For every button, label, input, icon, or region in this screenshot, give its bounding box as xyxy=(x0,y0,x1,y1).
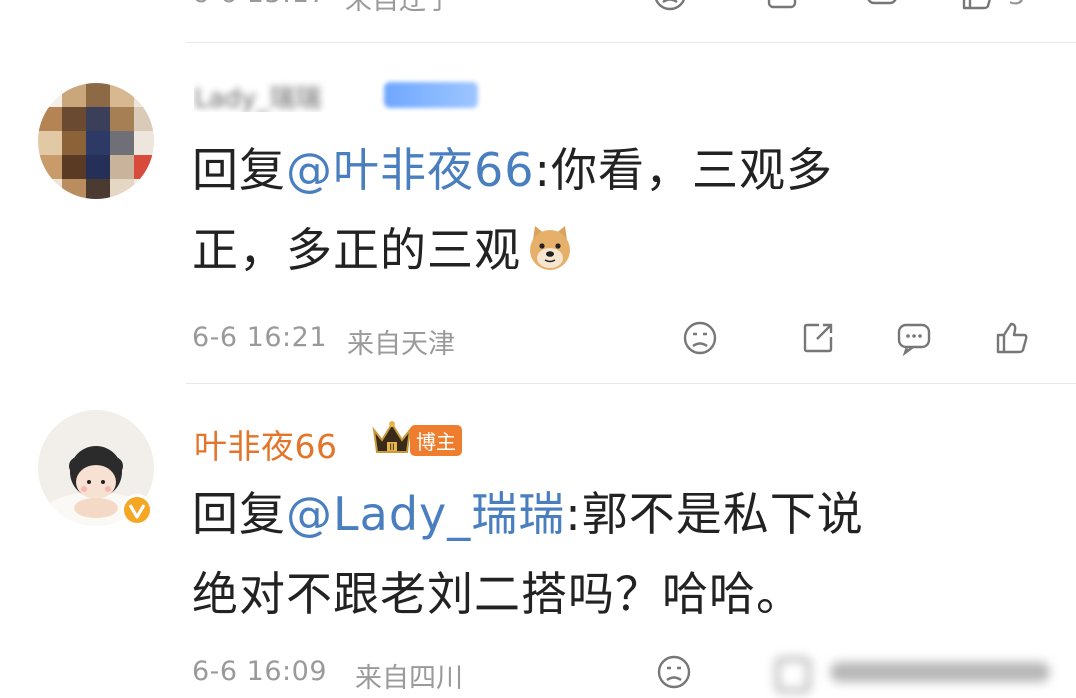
mention-link[interactable]: @叶非夜66 xyxy=(286,143,535,197)
blurred-actions xyxy=(770,654,1060,692)
mention-link[interactable]: @Lady_瑞瑞 xyxy=(286,487,565,541)
dislike-button[interactable] xyxy=(652,650,696,694)
like-button[interactable] xyxy=(990,316,1034,360)
dislike-icon xyxy=(683,321,717,355)
prev-like-count: 3 xyxy=(1008,0,1026,11)
verified-icon xyxy=(120,493,154,527)
comment-text-line1: :郭不是私下说 xyxy=(565,487,864,541)
prev-comment-source: 来自辽宁 xyxy=(345,0,453,16)
reply-prefix: 回复 xyxy=(192,487,286,541)
username[interactable]: 叶非夜66 xyxy=(194,420,338,468)
comment-text: 回复@叶非夜66:你看，三观多 正，多正的三观 xyxy=(192,130,1052,296)
divider xyxy=(186,383,1076,384)
doge-emoji xyxy=(525,216,575,296)
prev-comment-meta: 6-6 15:17 来自辽宁 3 xyxy=(0,0,1076,18)
dislike-button[interactable] xyxy=(678,316,722,360)
like-icon xyxy=(962,0,991,10)
comment-text-line2: 绝对不跟老刘二搭吗？哈哈。 xyxy=(192,567,803,621)
like-icon xyxy=(996,322,1028,354)
comment-text-line1: :你看，三观多 xyxy=(534,143,834,197)
prev-dislike-button[interactable] xyxy=(648,0,692,16)
comment-source: 来自四川 xyxy=(355,663,463,694)
comment-icon xyxy=(867,0,897,5)
svg-text:II: II xyxy=(389,443,394,453)
avatar[interactable] xyxy=(38,83,154,199)
dislike-icon xyxy=(657,655,691,689)
reply-prefix: 回复 xyxy=(192,143,286,197)
prev-share-button[interactable] xyxy=(760,0,804,16)
share-button[interactable] xyxy=(796,316,840,360)
comment-button[interactable] xyxy=(892,316,936,360)
comment-icon xyxy=(897,323,931,357)
prev-like-button[interactable] xyxy=(955,0,999,16)
share-icon xyxy=(767,0,797,9)
comment-time: 6-6 16:09 xyxy=(192,656,327,687)
blogger-badge: 博主 xyxy=(410,425,462,456)
comment-time: 6-6 16:21 xyxy=(192,322,327,353)
crown-icon: II xyxy=(370,418,414,458)
divider xyxy=(186,42,1076,43)
prev-comment-button[interactable] xyxy=(860,0,904,16)
comment-source: 来自天津 xyxy=(347,329,455,360)
dislike-icon xyxy=(654,0,686,11)
prev-comment-time: 6-6 15:17 xyxy=(192,0,327,9)
comment-text-line2: 正，多正的三观 xyxy=(192,223,521,277)
comment-text: 回复@Lady_瑞瑞:郭不是私下说 绝对不跟老刘二搭吗？哈哈。 xyxy=(192,474,1052,634)
share-icon xyxy=(803,323,833,353)
username[interactable]: Lady_瑞瑞 xyxy=(194,78,374,112)
blurred-badge xyxy=(384,82,478,108)
